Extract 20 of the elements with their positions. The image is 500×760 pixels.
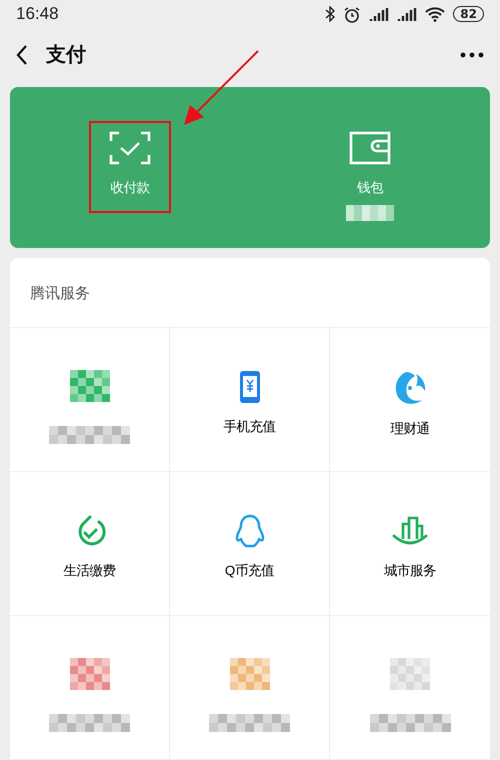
alarm-icon [343, 6, 362, 23]
service-item[interactable] [10, 328, 170, 472]
pixelated-caption [346, 204, 394, 221]
wifi-icon [425, 6, 446, 22]
signal-icon [397, 6, 418, 22]
signal-icon [369, 6, 390, 22]
more-button[interactable] [458, 50, 486, 60]
battery-level: 82 [453, 6, 484, 22]
service-item[interactable]: Q币充值 [170, 472, 330, 616]
wallet-icon [349, 130, 391, 165]
scan-check-icon [109, 130, 151, 165]
service-item[interactable] [10, 616, 170, 760]
status-time: 16:48 [16, 4, 59, 24]
service-item[interactable]: 生活缴费 [10, 472, 170, 616]
service-item[interactable] [170, 616, 330, 760]
service-item[interactable]: 手机充值 [170, 328, 330, 472]
page-title: 支付 [46, 41, 87, 68]
bluetooth-icon [325, 6, 336, 22]
penguin-icon [234, 514, 264, 548]
phone-icon [238, 370, 260, 404]
